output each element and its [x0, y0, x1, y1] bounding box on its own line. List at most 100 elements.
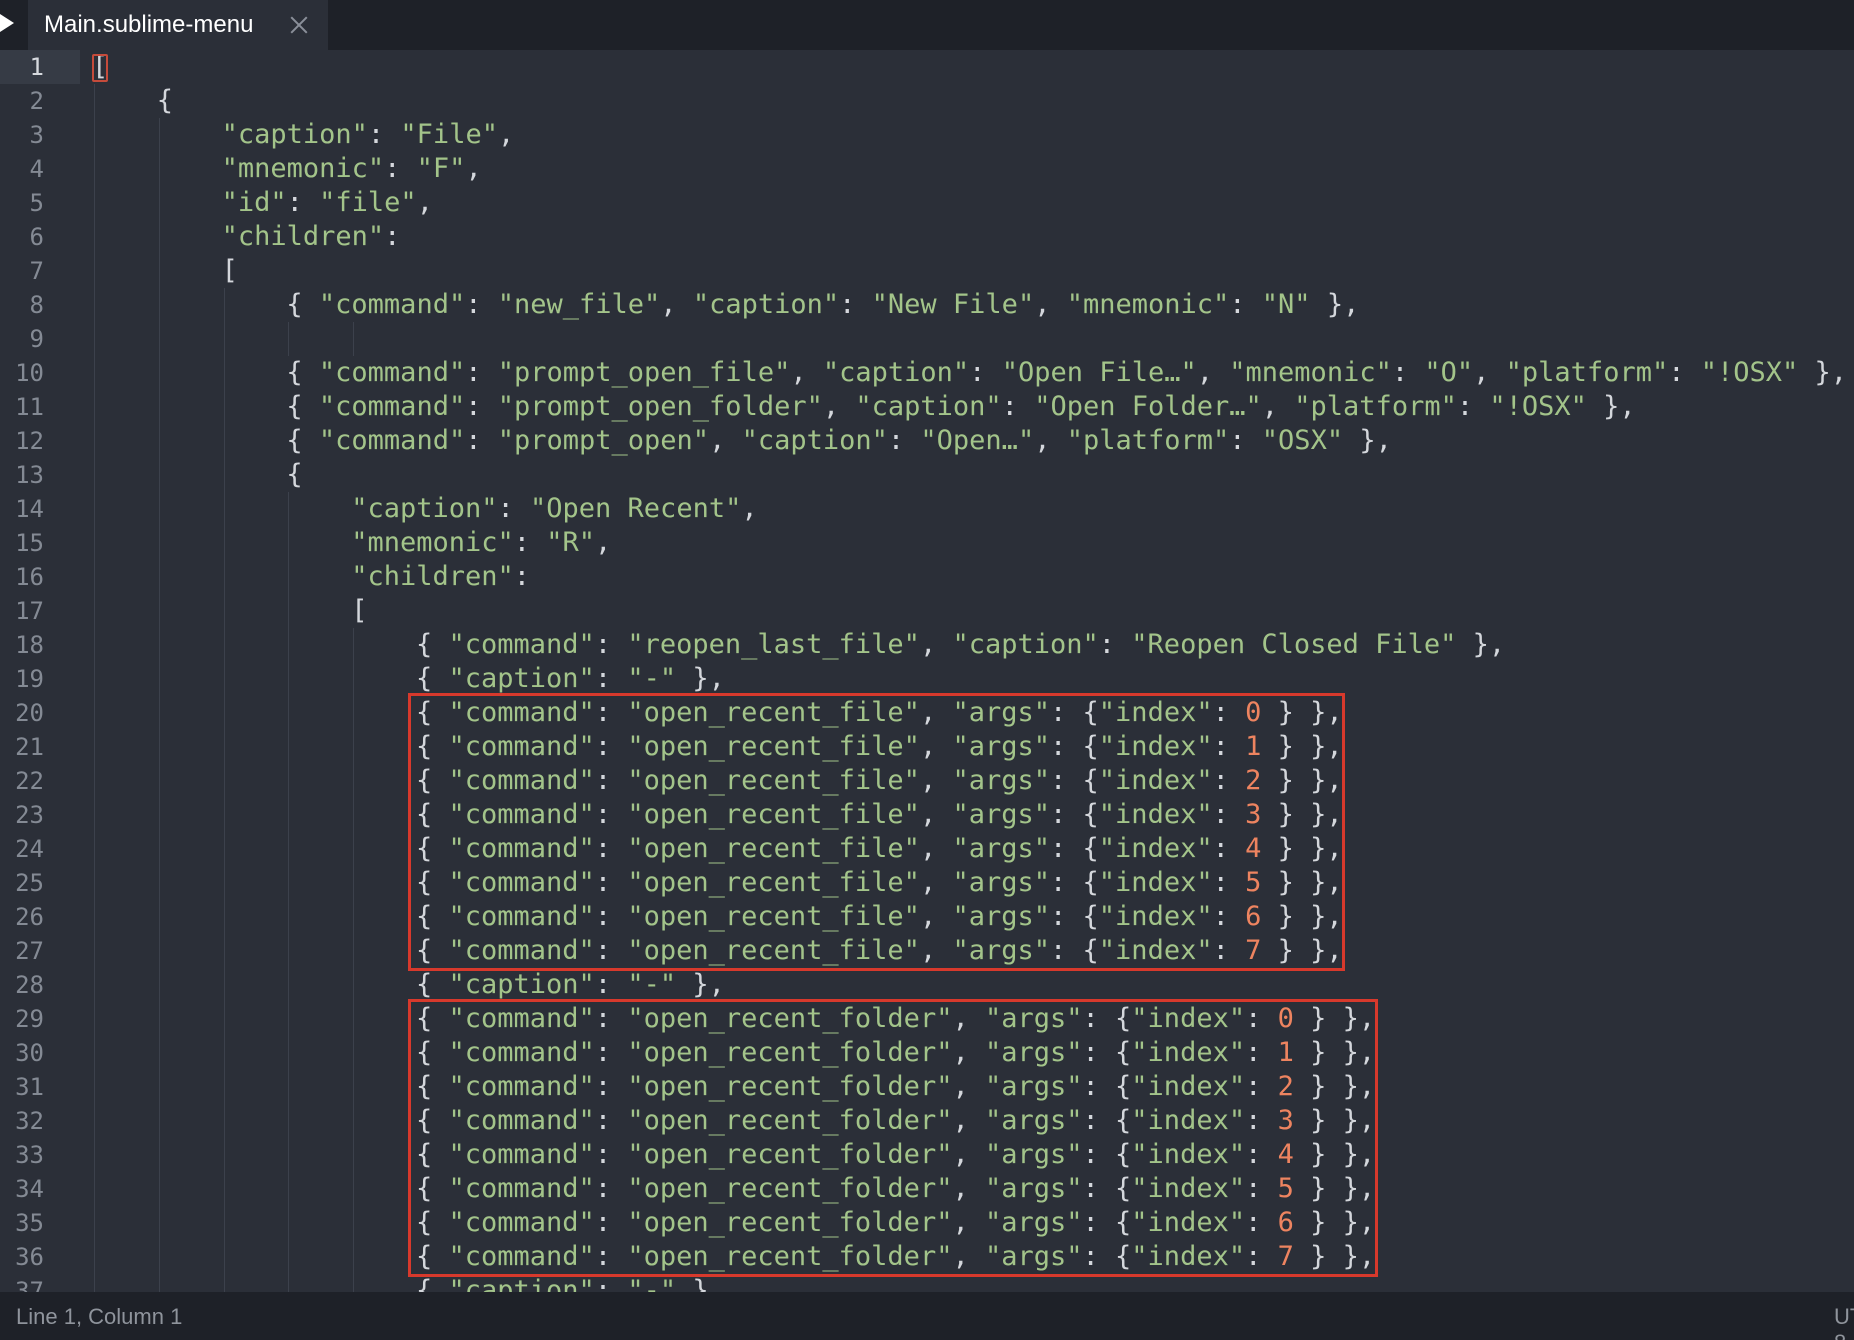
code-text: "id": "file",: [222, 186, 433, 220]
string-token: "O": [1424, 357, 1474, 388]
annotation-highlight-box: [408, 693, 1346, 971]
cursor-position[interactable]: Line 1, Column 1: [16, 1304, 182, 1330]
code-text: [: [222, 254, 238, 288]
code-line: 14 "caption": "Open Recent",: [0, 492, 1854, 526]
punctuation-token: {: [286, 391, 319, 422]
code-line: 18 { "command": "reopen_last_file", "capt…: [0, 628, 1854, 662]
code-line: 5 "id": "file",: [0, 186, 1854, 220]
code-text: { "caption": "-" },: [416, 662, 725, 696]
code-line: 28 { "caption": "-" },: [0, 968, 1854, 1002]
line-number: 23: [15, 801, 44, 829]
punctuation-token: ,: [1034, 425, 1067, 456]
punctuation-token: :: [1229, 289, 1262, 320]
code-line: 3 "caption": "File",: [0, 118, 1854, 152]
string-token: "Reopen Closed File": [1131, 629, 1457, 660]
line-number: 25: [15, 869, 44, 897]
punctuation-token: ,: [790, 357, 823, 388]
punctuation-token: :: [286, 187, 320, 218]
play-icon[interactable]: [0, 14, 14, 32]
string-token: "F": [416, 153, 466, 184]
string-token: "caption": [221, 119, 368, 150]
line-number: 1: [29, 53, 44, 81]
string-token: "command": [318, 425, 466, 456]
string-token: "caption": [351, 493, 498, 524]
punctuation-token: ,: [1473, 357, 1506, 388]
string-token: "mnemonic": [221, 153, 385, 184]
code-line: 4 "mnemonic": "F",: [0, 152, 1854, 186]
bracket-match-cursor: [92, 54, 108, 82]
string-token: "platform": [1066, 425, 1230, 456]
punctuation-token: ,: [1196, 357, 1230, 388]
line-number: 16: [15, 563, 44, 591]
string-token: "Open…": [920, 425, 1035, 456]
line-number: 18: [15, 631, 44, 659]
line-number: 21: [15, 733, 44, 761]
line-number: 22: [15, 767, 44, 795]
string-token: "N": [1261, 289, 1311, 320]
string-token: "Open Recent": [530, 493, 742, 524]
punctuation-token: },: [1310, 289, 1360, 320]
string-token: "caption": [692, 289, 840, 320]
punctuation-token: },: [1456, 629, 1506, 660]
punctuation-token: ,: [497, 119, 515, 150]
code-line: 16 "children":: [0, 560, 1854, 594]
code-text: "caption": "File",: [222, 118, 515, 152]
close-icon[interactable]: [286, 12, 312, 38]
tab-bar: Main.sublime-menu: [0, 0, 1854, 50]
string-token: "platform": [1294, 391, 1457, 422]
code-text: { "command": "prompt_open_file", "captio…: [286, 356, 1847, 390]
punctuation-token: :: [887, 425, 921, 456]
line-number: 29: [15, 1005, 44, 1033]
tab-main-sublime-menu[interactable]: Main.sublime-menu: [28, 0, 328, 50]
encoding-indicator[interactable]: UTF-8: [1834, 1304, 1854, 1340]
punctuation-token: {: [416, 629, 449, 660]
string-token: "children": [351, 561, 514, 592]
punctuation-token: {: [286, 459, 303, 490]
status-bar: Line 1, Column 1 UTF-8: [0, 1292, 1854, 1340]
line-number: 4: [29, 155, 44, 183]
punctuation-token: ,: [660, 289, 693, 320]
punctuation-token: },: [1586, 391, 1636, 422]
code-line: 9: [0, 322, 1854, 356]
line-number: 3: [29, 121, 44, 149]
punctuation-token: :: [839, 289, 872, 320]
punctuation-token: [: [221, 255, 238, 286]
punctuation-token: },: [676, 1275, 725, 1292]
punctuation-token: [: [351, 595, 368, 626]
line-number: 28: [15, 971, 44, 999]
punctuation-token: :: [465, 357, 498, 388]
punctuation-token: :: [594, 663, 628, 694]
string-token: "prompt_open": [497, 425, 710, 456]
line-number: 10: [15, 359, 44, 387]
punctuation-token: :: [367, 119, 401, 150]
string-token: "mnemonic": [1066, 289, 1230, 320]
punctuation-token: :: [594, 1275, 628, 1292]
line-number: 24: [15, 835, 44, 863]
punctuation-token: ,: [919, 629, 953, 660]
string-token: "File": [400, 119, 498, 150]
line-number: 17: [15, 597, 44, 625]
string-token: "caption": [741, 425, 888, 456]
code-text: { "command": "prompt_open_folder", "capt…: [286, 390, 1635, 424]
code-text: [: [351, 594, 367, 628]
string-token: "command": [318, 357, 466, 388]
string-token: "caption": [448, 969, 595, 1000]
line-number: 35: [15, 1209, 44, 1237]
string-token: "caption": [822, 357, 970, 388]
code-editor[interactable]: 1[2{3 "caption": "File", 4 "mnemonic": "F",…: [0, 50, 1854, 1292]
code-text: { "caption": "-" },: [416, 968, 725, 1002]
punctuation-token: :: [465, 289, 498, 320]
code-text: "mnemonic": "R",: [351, 526, 611, 560]
line-number: 30: [15, 1039, 44, 1067]
punctuation-token: },: [676, 969, 725, 1000]
code-text: "children":: [222, 220, 401, 254]
punctuation-token: ,: [1261, 391, 1295, 422]
code-line: 10 { "command": "prompt_open_file", "capt…: [0, 356, 1854, 390]
punctuation-token: ,: [416, 187, 433, 218]
punctuation-token: {: [416, 663, 449, 694]
string-token: "caption": [952, 629, 1099, 660]
line-number: 8: [29, 291, 44, 319]
punctuation-token: :: [497, 493, 531, 524]
code-text: {: [286, 458, 302, 492]
punctuation-token: :: [384, 153, 417, 184]
